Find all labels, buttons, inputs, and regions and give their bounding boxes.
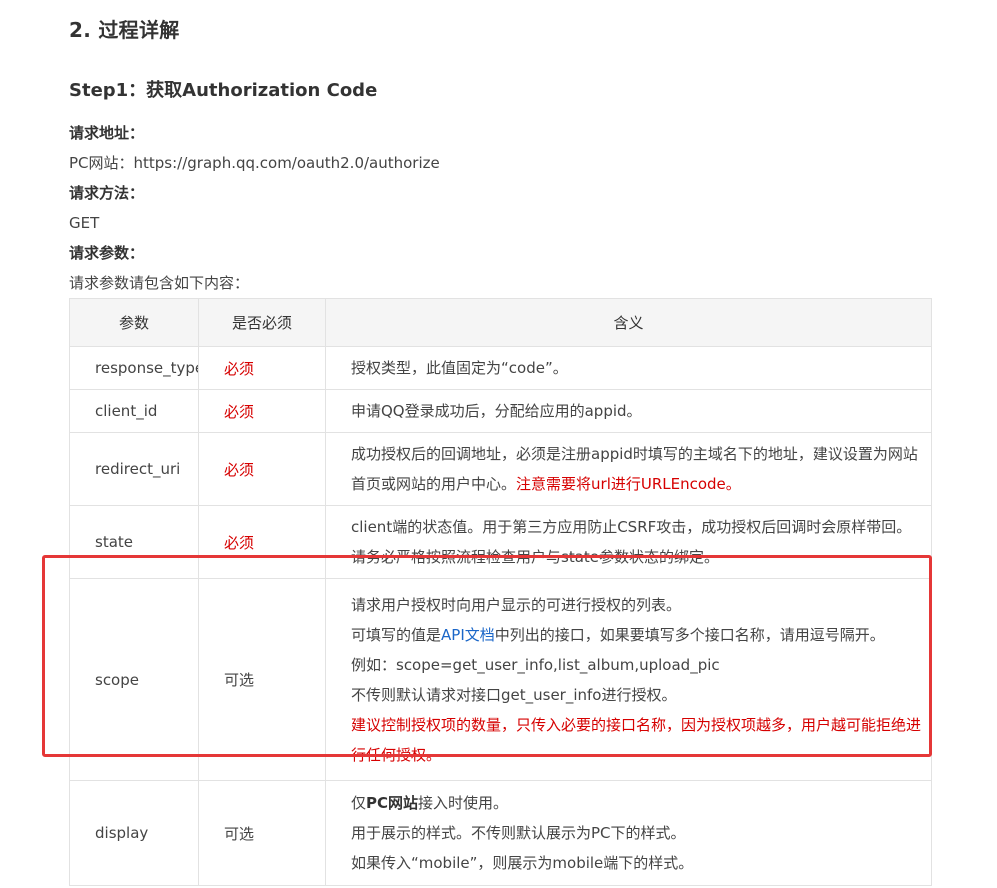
display-line-1-strong: PC网站	[366, 794, 419, 812]
param-desc: 申请QQ登录成功后，分配给应用的appid。	[325, 389, 932, 433]
display-line-3: 如果传入“mobile”，则展示为mobile端下的样式。	[351, 854, 694, 872]
param-name: state	[69, 505, 199, 579]
scope-line-4: 不传则默认请求对接口get_user_info进行授权。	[351, 685, 677, 704]
scope-line-1: 请求用户授权时向用户显示的可进行授权的列表。	[351, 595, 682, 614]
param-desc: 仅PC网站接入时使用。 用于展示的样式。不传则默认展示为PC下的样式。 如果传入…	[325, 780, 932, 886]
scope-warning: 建议控制授权项的数量，只传入必要的接口名称，因为授权项越多，用户越可能拒绝进行任…	[351, 715, 922, 764]
param-desc: 成功授权后的回调地址，必须是注册appid时填写的主域名下的地址，建议设置为网站…	[325, 432, 932, 506]
request-method-label: 请求方法：	[69, 184, 145, 202]
header-required: 是否必须	[198, 298, 326, 347]
param-name: display	[69, 780, 199, 886]
param-required: 必须	[198, 346, 326, 390]
table-header-row: 参数 是否必须 含义	[69, 298, 932, 347]
param-desc: client端的状态值。用于第三方应用防止CSRF攻击，成功授权后回调时会原样带…	[325, 505, 932, 579]
param-name: client_id	[69, 389, 199, 433]
header-meaning: 含义	[325, 298, 932, 347]
api-doc-link[interactable]: API文档	[441, 626, 495, 644]
table-row: client_id 必须 申请QQ登录成功后，分配给应用的appid。	[69, 389, 932, 433]
display-line-2: 用于展示的样式。不传则默认展示为PC下的样式。	[351, 824, 686, 842]
display-line-1-pre: 仅	[351, 794, 367, 812]
request-url-value: PC网站：https://graph.qq.com/oauth2.0/autho…	[69, 154, 440, 172]
param-desc: 授权类型，此值固定为“code”。	[325, 346, 932, 390]
param-name: redirect_uri	[69, 432, 199, 506]
scope-line-2-pre: 可填写的值是	[351, 625, 442, 644]
param-desc: 请求用户授权时向用户显示的可进行授权的列表。 可填写的值是API文档中列出的接口…	[325, 578, 932, 781]
params-table: 参数 是否必须 含义 response_type 必须 授权类型，此值固定为“c…	[69, 298, 932, 886]
scope-line-2: 可填写的值是API文档中列出的接口，如果要填写多个接口名称，请用逗号隔开。	[351, 620, 923, 650]
param-required: 必须	[198, 505, 326, 579]
display-line-1-post: 接入时使用。	[418, 794, 509, 812]
display-line-1: 仅PC网站接入时使用。	[351, 788, 923, 818]
request-params-label: 请求参数：	[69, 244, 145, 262]
request-params-intro: 请求参数请包含如下内容：	[69, 274, 250, 292]
param-required: 可选	[198, 780, 326, 886]
table-row: scope 可选 请求用户授权时向用户显示的可进行授权的列表。 可填写的值是AP…	[69, 578, 932, 781]
param-name: response_type	[69, 346, 199, 390]
urlencode-note: 注意需要将url进行URLEncode。	[516, 475, 741, 493]
param-required: 可选	[198, 578, 326, 781]
param-name: scope	[69, 578, 199, 781]
header-param: 参数	[69, 298, 199, 347]
request-url-label: 请求地址：	[69, 124, 145, 142]
table-row: display 可选 仅PC网站接入时使用。 用于展示的样式。不传则默认展示为P…	[69, 780, 932, 886]
table-row: response_type 必须 授权类型，此值固定为“code”。	[69, 346, 932, 390]
table-row: redirect_uri 必须 成功授权后的回调地址，必须是注册appid时填写…	[69, 432, 932, 506]
section-title: 2. 过程详解	[69, 18, 180, 42]
scope-line-3: 例如：scope=get_user_info,list_album,upload…	[351, 655, 720, 674]
step-title: Step1：获取Authorization Code	[69, 80, 378, 101]
scope-line-2-post: 中列出的接口，如果要填写多个接口名称，请用逗号隔开。	[494, 625, 885, 644]
param-required: 必须	[198, 432, 326, 506]
table-row: state 必须 client端的状态值。用于第三方应用防止CSRF攻击，成功授…	[69, 505, 932, 579]
param-required: 必须	[198, 389, 326, 433]
request-method-value: GET	[69, 214, 100, 232]
